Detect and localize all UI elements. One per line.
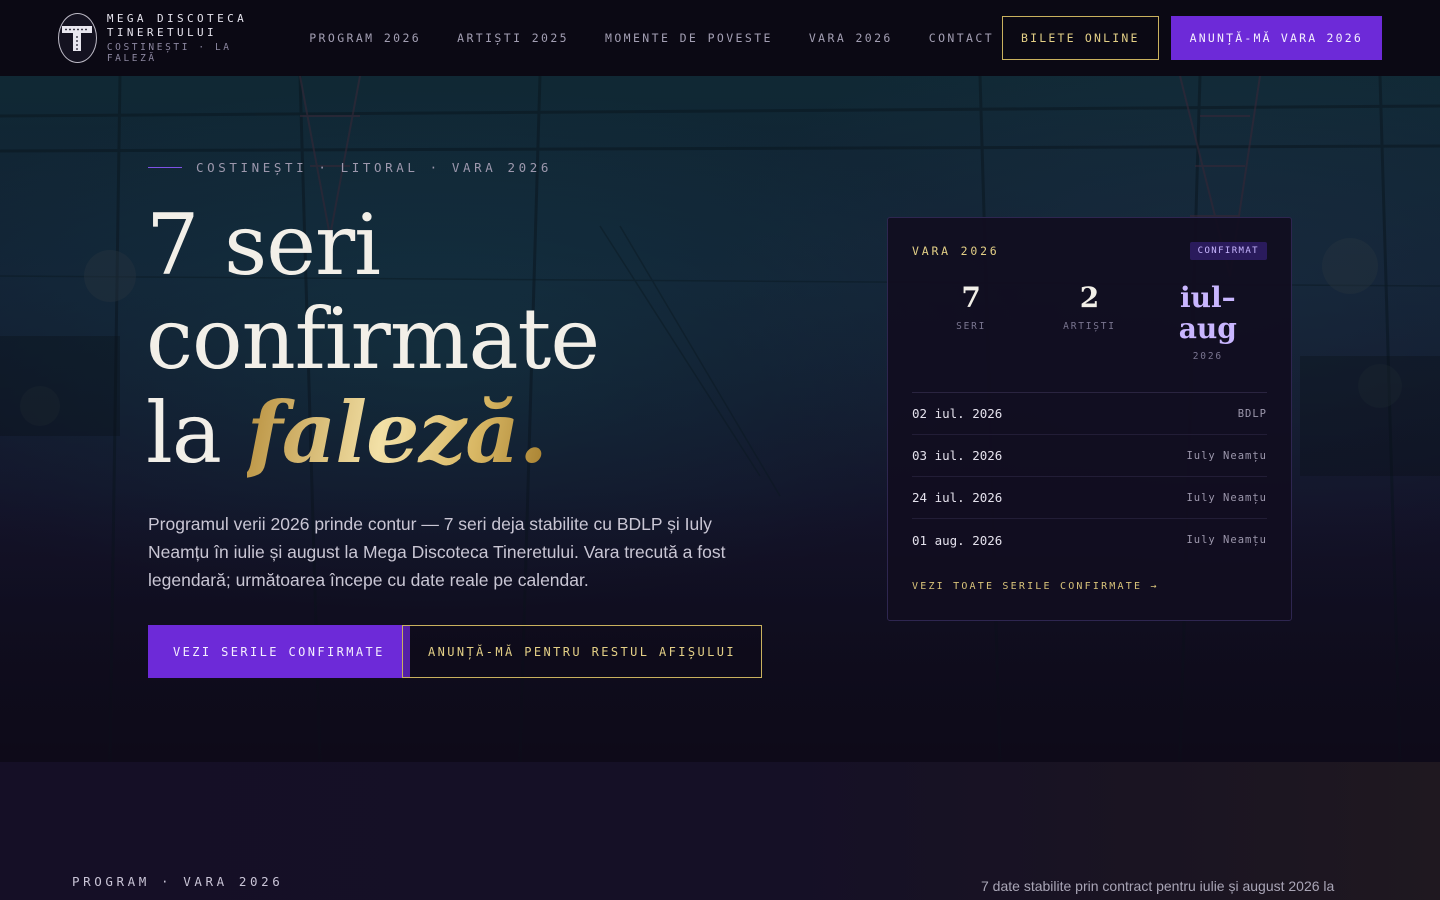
- stat-label: ARTIȘTI: [1063, 321, 1116, 332]
- brand-name-line2: TINERETULUI: [106, 26, 218, 39]
- program-section: PROGRAM · VARA 2026 7 date stabilite pri…: [0, 762, 1440, 900]
- card-stats: 7 SERI 2 ARTIȘTI iul–aug 2026: [912, 282, 1267, 363]
- main-nav: PROGRAM 2026 ARTIȘTI 2025 MOMENTE DE POV…: [309, 31, 994, 45]
- event-artist: Iuly Neamțu: [1186, 534, 1267, 546]
- section-eyebrow: PROGRAM · VARA 2026: [72, 874, 284, 889]
- card-header: VARA 2026 CONFIRMAT: [912, 242, 1267, 260]
- nav-item-momente-de-poveste[interactable]: MOMENTE DE POVESTE: [605, 31, 773, 45]
- hero-eyebrow: COSTINEȘTI · LITORAL · VARA 2026: [148, 160, 552, 175]
- section-description: 7 date stabilite prin contract pentru iu…: [981, 878, 1335, 894]
- hero-headline: 7 seri confirmate la faleză.: [146, 196, 600, 482]
- confirmed-dates-list: 02 iul. 2026 BDLP 03 iul. 2026 Iuly Neam…: [912, 392, 1267, 561]
- stat-label: 2026: [1192, 351, 1223, 362]
- stat-period: iul–aug 2026: [1149, 282, 1267, 362]
- hero-section: COSTINEȘTI · LITORAL · VARA 2026 7 seri …: [0, 76, 1440, 762]
- nav-item-contact[interactable]: CONTACT: [929, 31, 994, 45]
- headline-line-2: confirmate: [146, 290, 600, 388]
- brand-text: MEGA DISCOTECA TINERETULUI COSTINEȘTI · …: [107, 12, 247, 64]
- headline-line-1: 7 seri: [146, 196, 381, 294]
- date-row[interactable]: 24 iul. 2026 Iuly Neamțu: [912, 477, 1267, 519]
- event-date: 24 iul. 2026: [912, 490, 1003, 505]
- date-row[interactable]: 03 iul. 2026 Iuly Neamțu: [912, 435, 1267, 477]
- notify-summer-button[interactable]: ANUNȚĂ-MĂ VARA 2026: [1170, 16, 1382, 60]
- event-artist: BDLP: [1237, 407, 1267, 420]
- tickets-button[interactable]: BILETE ONLINE: [1002, 16, 1159, 60]
- t-monogram-icon: [58, 13, 97, 63]
- eyebrow-text: COSTINEȘTI · LITORAL · VARA 2026: [196, 160, 553, 175]
- event-date: 01 aug. 2026: [912, 532, 1003, 548]
- brand-name-line1: MEGA DISCOTECA: [106, 12, 248, 25]
- view-all-nights-link[interactable]: VEZI TOATE SERILE CONFIRMATE →: [912, 581, 1267, 592]
- date-row[interactable]: 02 iul. 2026 BDLP: [912, 393, 1267, 435]
- card-title: VARA 2026: [912, 244, 1000, 258]
- event-artist: Iuly Neamțu: [1186, 491, 1267, 504]
- stat-value: 7: [961, 281, 981, 314]
- stat-nights: 7 SERI: [912, 282, 1030, 362]
- eyebrow-divider: [148, 167, 182, 168]
- view-confirmed-nights-button[interactable]: VEZI SERILE CONFIRMATE: [148, 625, 410, 678]
- stat-value: 2: [1079, 281, 1100, 314]
- event-date: 03 iul. 2026: [912, 448, 1003, 463]
- date-row[interactable]: 01 aug. 2026 Iuly Neamțu: [912, 519, 1267, 561]
- event-artist: Iuly Neamțu: [1186, 449, 1267, 462]
- site-header: MEGA DISCOTECA TINERETULUI COSTINEȘTI · …: [0, 0, 1440, 76]
- stat-artists: 2 ARTIȘTI: [1030, 282, 1148, 362]
- nav-item-vara-2026[interactable]: VARA 2026: [809, 31, 893, 45]
- stat-value: iul–aug: [1178, 281, 1237, 345]
- headline-accent-word: faleză.: [246, 383, 548, 482]
- status-badge: CONFIRMAT: [1189, 242, 1267, 260]
- notify-lineup-button[interactable]: ANUNȚĂ-MĂ PENTRU RESTUL AFIȘULUI: [402, 625, 762, 678]
- stat-label: SERI: [956, 321, 987, 332]
- brand-logo[interactable]: MEGA DISCOTECA TINERETULUI COSTINEȘTI · …: [58, 12, 247, 64]
- nav-item-program-2026[interactable]: PROGRAM 2026: [309, 31, 421, 45]
- headline-line-3-prefix: la: [146, 384, 247, 482]
- hero-description: Programul verii 2026 prinde contur — 7 s…: [148, 514, 726, 590]
- brand-tagline: COSTINEȘTI · LA FALEZĂ: [106, 42, 232, 64]
- summer-schedule-card: VARA 2026 CONFIRMAT 7 SERI 2 ARTIȘTI iul…: [887, 217, 1292, 621]
- nav-item-artisti-2025[interactable]: ARTIȘTI 2025: [457, 31, 569, 45]
- event-date: 02 iul. 2026: [912, 406, 1003, 421]
